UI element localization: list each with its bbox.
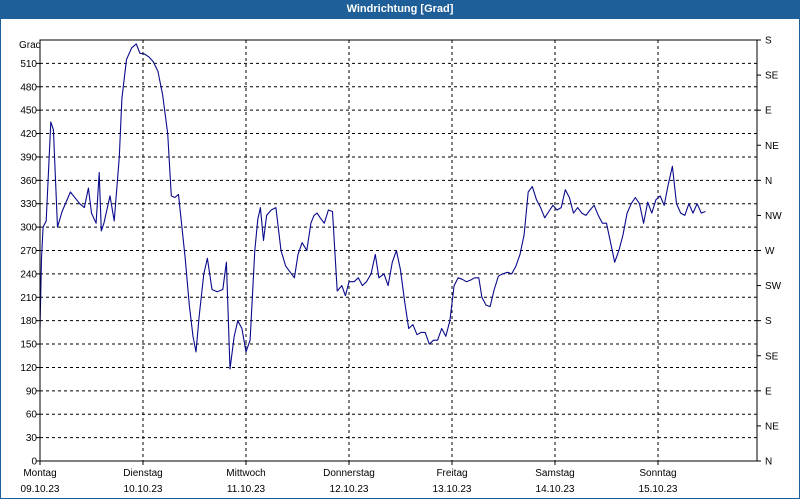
x-tick-date: 13.10.23 (433, 484, 472, 495)
y-tick-labels: 0 30 60 90 120 150 180 210 240 270 300 330 360 390 420… (20, 59, 40, 468)
compass-tick-label: SE (765, 351, 779, 362)
y-tick-label: 420 (20, 129, 37, 140)
y-tick-label: 30 (26, 433, 38, 444)
x-tick-date: 10.10.23 (124, 484, 163, 495)
compass-tick-label: NE (765, 141, 779, 152)
compass-tick-label: W (765, 246, 775, 257)
compass-tick-label: S (765, 36, 772, 47)
y-tick-label: 120 (20, 363, 37, 374)
x-tick-labels: Montag 09.10.23 Dienstag 10.10.23 Mittwoch 11… (21, 461, 678, 495)
y-tick-label: 210 (20, 293, 37, 304)
y-tick-label: 240 (20, 269, 37, 280)
y-tick-label: 330 (20, 199, 37, 210)
compass-tick-label: S (765, 316, 772, 327)
compass-tick-label: NW (765, 211, 782, 222)
x-tick-date: 12.10.23 (330, 484, 369, 495)
y-tick-label: 360 (20, 176, 37, 187)
wind-direction-chart: Grad 0 30 60 90 120 150 180 210 240 270 300 330 360 3… (19, 36, 782, 496)
compass-tick-label: N (765, 176, 772, 187)
y-tick-label: 60 (26, 410, 38, 421)
compass-tick-label: NE (765, 421, 779, 432)
compass-tick-label: SW (765, 281, 782, 292)
x-tick-date: 11.10.23 (227, 484, 266, 495)
x-tick-date: 15.10.23 (639, 484, 678, 495)
y-tick-label: 150 (20, 340, 37, 351)
x-tick-day: Sonntag (639, 468, 676, 479)
y-tick-label: 510 (20, 59, 37, 70)
x-tick-date: 14.10.23 (536, 484, 575, 495)
y-tick-label: 270 (20, 246, 37, 257)
compass-tick-labels: N NE E SE S SW W NW N NE E SE S (757, 36, 782, 468)
y-tick-label: 390 (20, 152, 37, 163)
x-tick-day: Samstag (535, 468, 574, 479)
y-tick-label: 450 (20, 106, 37, 117)
compass-tick-label: SE (765, 71, 779, 82)
y-tick-label: 90 (26, 386, 38, 397)
plot-border (39, 39, 758, 462)
x-tick-day: Freitag (436, 468, 467, 479)
y-tick-label: 0 (31, 457, 37, 468)
y-tick-label: 180 (20, 316, 37, 327)
y-tick-label: 300 (20, 223, 37, 234)
x-tick-day: Donnerstag (323, 468, 375, 479)
x-tick-day: Montag (23, 468, 56, 479)
grid (40, 40, 757, 461)
x-tick-day: Mittwoch (226, 468, 265, 479)
compass-tick-label: E (765, 106, 772, 117)
compass-tick-label: E (765, 386, 772, 397)
y-axis-label: Grad (19, 40, 41, 51)
x-tick-day: Dienstag (123, 468, 162, 479)
y-tick-label: 480 (20, 82, 37, 93)
compass-tick-label: N (765, 457, 772, 468)
x-tick-date: 09.10.23 (21, 484, 60, 495)
